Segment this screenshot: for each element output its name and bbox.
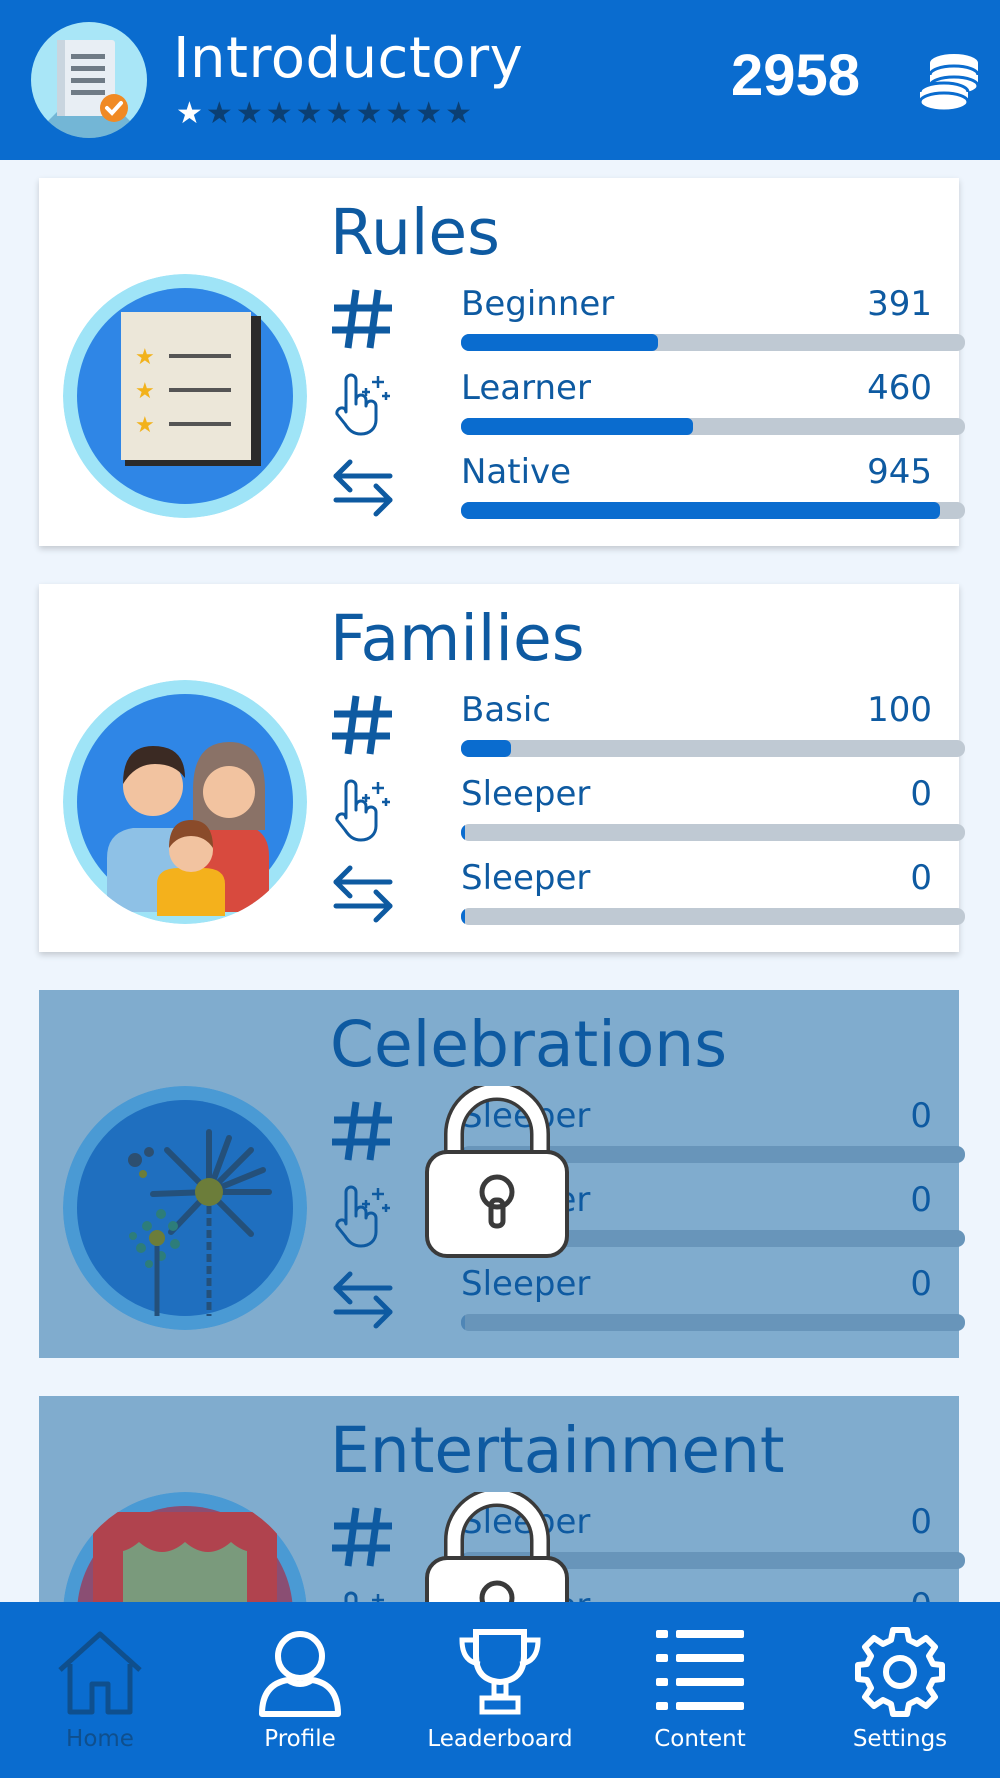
- card-title: Celebrations: [330, 1008, 728, 1081]
- card-title: Rules: [330, 196, 500, 269]
- swap-arrows-icon: [330, 454, 396, 520]
- trophy-icon: [459, 1629, 541, 1715]
- fireworks-icon: [63, 1086, 307, 1330]
- progress-row: Native 945: [330, 448, 965, 532]
- row-value: 945: [867, 452, 932, 492]
- svg-text:★: ★: [135, 413, 155, 438]
- row-label: Sleeper: [461, 1264, 591, 1304]
- star-icon: ★: [295, 96, 323, 131]
- progress-bar: [461, 334, 965, 351]
- nav-profile[interactable]: Profile: [200, 1602, 400, 1778]
- progress-row: Sleeper 0: [330, 1498, 965, 1582]
- swap-arrows-icon: [330, 860, 396, 926]
- star-icon: ★: [415, 96, 443, 131]
- progress-row: Sleeper 0: [330, 1092, 965, 1176]
- star-icon: ★: [265, 96, 293, 131]
- list-icon: [656, 1630, 744, 1710]
- progress-fill: [461, 824, 466, 841]
- tap-gesture-icon: [330, 370, 396, 436]
- star-icon: ★: [176, 96, 203, 131]
- star-icon: ★: [235, 96, 263, 131]
- category-card-celebrations[interactable]: Celebrations Sleeper 0 Sleeper 0 Sleeper…: [39, 990, 965, 1358]
- star-icon: ★: [325, 96, 353, 131]
- coin-stack-icon: [916, 52, 984, 113]
- nav-label: Home: [66, 1726, 134, 1752]
- progress-bar: [461, 740, 965, 757]
- hash-icon: [330, 692, 396, 758]
- progress-fill: [461, 908, 466, 925]
- svg-text:★: ★: [135, 379, 155, 404]
- row-label: Sleeper: [461, 858, 591, 898]
- nav-label: Settings: [852, 1726, 948, 1752]
- hash-icon: [330, 286, 396, 352]
- row-label: Beginner: [461, 284, 615, 324]
- row-value: 0: [910, 1096, 932, 1136]
- star-icon: ★: [445, 96, 473, 131]
- progress-bar: [461, 502, 965, 519]
- svg-text:★: ★: [135, 345, 155, 370]
- nav-home[interactable]: Home: [0, 1602, 200, 1778]
- star-icon: ★: [355, 96, 383, 131]
- progress-fill: [461, 502, 940, 519]
- progress-row: Beginner 391: [330, 280, 965, 364]
- card-title: Entertainment: [330, 1414, 785, 1487]
- row-label: Basic: [461, 690, 552, 730]
- progress-row: Sleeper 0: [330, 1260, 965, 1344]
- coin-count: 2958: [730, 43, 860, 108]
- row-value: 0: [910, 774, 932, 814]
- row-value: 100: [867, 690, 932, 730]
- progress-bar: [461, 1314, 965, 1331]
- row-value: 0: [910, 1264, 932, 1304]
- tap-gesture-icon: [330, 1182, 396, 1248]
- nav-content[interactable]: Content: [600, 1602, 800, 1778]
- home-icon: [58, 1631, 142, 1715]
- progress-bar: [461, 824, 965, 841]
- card-title: Families: [330, 602, 585, 675]
- app-header: Introductory ★ ★ ★ ★ ★ ★ ★ ★ ★ ★ 2958: [0, 0, 1000, 160]
- nav-leaderboard[interactable]: Leaderboard: [400, 1602, 600, 1778]
- row-label: Native: [461, 452, 572, 492]
- row-label: Sleeper: [461, 774, 591, 814]
- nav-label: Content: [654, 1726, 746, 1752]
- document-check-icon: [31, 22, 147, 138]
- row-value: 0: [910, 1502, 932, 1542]
- progress-fill: [461, 418, 693, 435]
- progress-fill: [461, 1314, 466, 1331]
- progress-bar: [461, 418, 965, 435]
- progress-row: Sleeper 0: [330, 770, 965, 854]
- progress-fill: [461, 334, 658, 351]
- tap-gesture-icon: [330, 776, 396, 842]
- progress-row: Basic 100: [330, 686, 965, 770]
- row-label: Learner: [461, 368, 591, 408]
- level-stars: ★ ★ ★ ★ ★ ★ ★ ★ ★ ★: [176, 97, 472, 131]
- gear-icon: [855, 1627, 945, 1717]
- bottom-nav: Home Profile Leaderboard Content Setting…: [0, 1602, 1000, 1778]
- category-card-families[interactable]: Families Basic 100 Sleeper 0 Sleeper 0: [39, 584, 965, 952]
- progress-row: Sleeper 0: [330, 854, 965, 938]
- progress-row: Sleeper 0: [330, 1176, 965, 1260]
- nav-label: Leaderboard: [427, 1726, 573, 1752]
- rules-document-icon: ★ ★ ★: [63, 274, 307, 518]
- progress-fill: [461, 740, 512, 757]
- hash-icon: [330, 1504, 396, 1570]
- level-title: Introductory: [173, 26, 524, 91]
- family-icon: [63, 680, 307, 924]
- row-value: 0: [910, 1180, 932, 1220]
- progress-bar: [461, 908, 965, 925]
- category-card-rules[interactable]: ★ ★ ★ Rules Beginner 391 Learner 460 Nat…: [39, 178, 965, 546]
- star-icon: ★: [385, 96, 413, 131]
- nav-label: Profile: [264, 1726, 336, 1752]
- row-value: 0: [910, 858, 932, 898]
- progress-row: Learner 460: [330, 364, 965, 448]
- nav-settings[interactable]: Settings: [800, 1602, 1000, 1778]
- star-icon: ★: [205, 96, 233, 131]
- profile-icon: [259, 1631, 341, 1717]
- lock-icon: [424, 1081, 570, 1260]
- swap-arrows-icon: [330, 1266, 396, 1332]
- row-value: 460: [867, 368, 932, 408]
- hash-icon: [330, 1098, 396, 1164]
- row-value: 391: [867, 284, 932, 324]
